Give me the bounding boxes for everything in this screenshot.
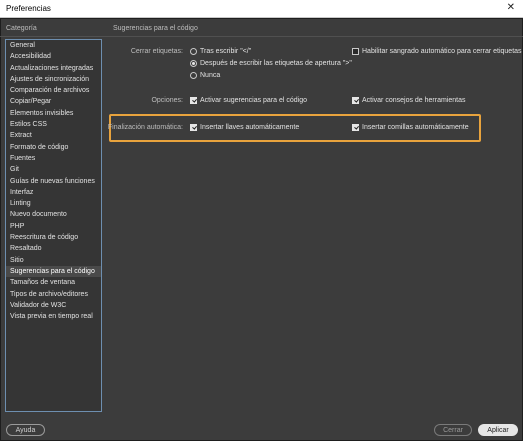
sidebar-item[interactable]: General: [6, 40, 101, 51]
enable-hints-label: Activar sugerencias para el código: [200, 97, 308, 104]
enable-tooltips-label: Activar consejos de herramientas: [362, 97, 466, 104]
sidebar-item[interactable]: Comparación de archivos: [6, 85, 101, 96]
options-label: Opciones:: [151, 97, 183, 104]
sidebar-item[interactable]: Sitio: [6, 255, 101, 266]
category-list[interactable]: General Accesibilidad Actualizaciones inte…: [5, 39, 102, 412]
auto-completion-label: Finalización automática:: [107, 124, 183, 131]
radio-button[interactable]: [190, 72, 197, 79]
sidebar-item[interactable]: PHP: [6, 221, 101, 232]
sidebar-item[interactable]: Tipos de archivo/editores: [6, 289, 101, 300]
help-button[interactable]: Ayuda: [6, 424, 45, 436]
window-title: Preferencias: [6, 4, 51, 13]
checkbox[interactable]: [190, 124, 197, 131]
insert-braces-checkbox[interactable]: Insertar llaves automáticamente: [190, 124, 299, 131]
enable-hints-checkbox[interactable]: Activar sugerencias para el código: [190, 97, 307, 104]
sidebar-item[interactable]: Formato de código: [6, 142, 101, 153]
radio-after-open-tag-label: Después de escribir las etiquetas de ape…: [200, 60, 352, 67]
sidebar-item[interactable]: Ajustes de sincronización: [6, 74, 101, 85]
sidebar-item[interactable]: Fuentes: [6, 153, 101, 164]
sidebar-item[interactable]: Elementos invisibles: [6, 108, 101, 119]
sidebar-item[interactable]: Extract: [6, 130, 101, 141]
sidebar-item[interactable]: Tamaños de ventana: [6, 277, 101, 288]
indent-closing-tags-label: Habilitar sangrado automático para cerra…: [362, 48, 522, 55]
checkbox[interactable]: [190, 97, 197, 104]
sidebar-item[interactable]: Estilos CSS: [6, 119, 101, 130]
radio-after-typing[interactable]: Tras escribir "</": [190, 48, 251, 55]
radio-never[interactable]: Nunca: [190, 72, 220, 79]
header-divider: [0, 36, 523, 37]
enable-tooltips-checkbox[interactable]: Activar consejos de herramientas: [352, 97, 466, 104]
checkbox[interactable]: [352, 48, 359, 55]
sidebar-item[interactable]: Copiar/Pegar: [6, 96, 101, 107]
checkbox[interactable]: [352, 124, 359, 131]
apply-button[interactable]: Aplicar: [478, 424, 518, 436]
sidebar-item[interactable]: Accesibilidad: [6, 51, 101, 62]
indent-closing-tags-checkbox[interactable]: Habilitar sangrado automático para cerra…: [352, 48, 522, 55]
category-header: Categoría: [6, 25, 37, 32]
sidebar-item[interactable]: Git: [6, 164, 101, 175]
sidebar-item[interactable]: Guías de nuevas funciones: [6, 176, 101, 187]
radio-after-open-tag[interactable]: Después de escribir las etiquetas de ape…: [190, 60, 352, 67]
checkbox[interactable]: [352, 97, 359, 104]
sidebar-item[interactable]: Validador de W3C: [6, 300, 101, 311]
sidebar-item[interactable]: Nuevo documento: [6, 209, 101, 220]
insert-quotes-checkbox[interactable]: Insertar comillas automáticamente: [352, 124, 469, 131]
sidebar-item[interactable]: Vista previa en tiempo real: [6, 311, 101, 322]
sidebar-item[interactable]: Interfaz: [6, 187, 101, 198]
close-icon[interactable]: ✕: [507, 2, 515, 13]
insert-quotes-label: Insertar comillas automáticamente: [362, 124, 469, 131]
sidebar-item[interactable]: Sugerencias para el código: [6, 265, 101, 278]
radio-never-label: Nunca: [200, 72, 221, 79]
sidebar-item[interactable]: Resaltado: [6, 243, 101, 254]
radio-after-typing-label: Tras escribir "</": [200, 48, 252, 55]
close-button[interactable]: Cerrar: [434, 424, 472, 436]
sidebar-item[interactable]: Reescritura de código: [6, 232, 101, 243]
close-tags-label: Cerrar etiquetas:: [130, 48, 183, 55]
sidebar-item[interactable]: Linting: [6, 198, 101, 209]
radio-button[interactable]: [190, 48, 197, 55]
sidebar-item[interactable]: Actualizaciones integradas: [6, 63, 101, 74]
title-bar: Preferencias ✕: [0, 0, 523, 18]
radio-button[interactable]: [190, 60, 197, 67]
panel-title: Sugerencias para el código: [113, 25, 198, 32]
insert-braces-label: Insertar llaves automáticamente: [200, 124, 300, 131]
